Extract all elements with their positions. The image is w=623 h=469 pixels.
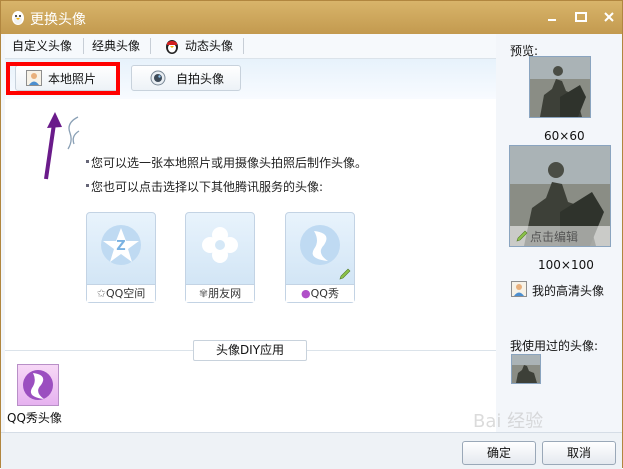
pencil-icon	[339, 268, 351, 280]
qqshow-label-text: QQ秀	[310, 287, 339, 300]
pengyou-label: ✾朋友网	[186, 284, 254, 302]
star-icon: ✩	[96, 287, 106, 300]
minimize-icon	[548, 19, 556, 21]
close-button[interactable]	[601, 9, 617, 25]
bullet-dot	[86, 160, 89, 163]
tab-classic-avatar[interactable]: 经典头像	[92, 34, 140, 58]
main-content: 本地照片 自拍头像 您可以选一张本地照片或用摄像头拍照后制作头像。 您也可以点击…	[5, 59, 496, 432]
cancel-button[interactable]: 取消	[542, 441, 616, 465]
instruction-line-2: 您也可以点击选择以下其他腾讯服务的头像:	[91, 180, 324, 194]
avatar-preview-small	[529, 56, 591, 118]
qzone-label-text: QQ空间	[105, 287, 146, 300]
qqshow-label: ●QQ秀	[286, 284, 354, 302]
tab-custom-avatar[interactable]: 自定义头像	[12, 34, 72, 58]
qzone-label: ✩QQ空间	[87, 284, 155, 302]
used-avatar-thumbnail[interactable]	[511, 354, 541, 384]
avatar-preview-large[interactable]: 点击编辑	[509, 145, 611, 247]
svg-text:Z: Z	[116, 239, 125, 254]
qzone-service-tile[interactable]: Z ✩QQ空间	[86, 212, 156, 303]
instruction-line-1: 您可以选一张本地照片或用摄像头拍照后制作头像。	[91, 156, 368, 170]
bullet-dot	[86, 184, 89, 187]
used-avatars-heading: 我使用过的头像:	[510, 339, 599, 353]
window-title: 更换头像	[30, 12, 86, 28]
avatar-change-window: 更换头像 自定义头像 经典头像 动态头像 本地照片 自拍头像 您可以选一张本地照…	[0, 0, 623, 469]
red-highlight-box	[6, 62, 120, 95]
qqshow-logo-icon	[300, 225, 340, 265]
pengyou-label-text: 朋友网	[208, 287, 242, 300]
title-bar[interactable]: 更换头像	[1, 1, 622, 34]
pengyou-service-tile[interactable]: ✾朋友网	[185, 212, 255, 303]
purple-arrow-annotation	[44, 112, 80, 180]
qqshow-avatar-label: QQ秀头像	[7, 411, 62, 425]
ok-button[interactable]: 确定	[462, 441, 536, 465]
size-60-label: 60×60	[544, 129, 585, 143]
qqshow-service-tile[interactable]: ●QQ秀	[285, 212, 355, 303]
minimize-button[interactable]	[544, 9, 560, 25]
tab-bar: 自定义头像 经典头像 动态头像	[5, 34, 496, 59]
tab-divider	[83, 38, 84, 54]
flower-small-icon: ✾	[198, 287, 209, 300]
qqshow-small-icon: ●	[301, 287, 311, 300]
pencil-icon	[516, 230, 528, 242]
baidu-watermark: Bai 经验	[473, 411, 544, 432]
qzone-star-icon: Z	[101, 225, 141, 265]
qq-penguin-icon	[166, 40, 178, 54]
tab-divider	[150, 38, 151, 54]
qqshow-avatar-app[interactable]	[17, 364, 59, 406]
qq-penguin-icon	[12, 11, 24, 25]
webcam-icon	[150, 70, 166, 86]
flower-icon	[202, 227, 238, 263]
dialog-footer: 确定 取消	[1, 432, 622, 469]
qqshow-app-icon	[23, 370, 53, 400]
maximize-icon	[575, 12, 587, 22]
my-hd-avatar-link[interactable]: 我的高清头像	[532, 282, 604, 299]
camera-avatar-label: 自拍头像	[176, 72, 225, 86]
statue-photo-thumb	[512, 355, 540, 383]
statue-photo-small	[530, 57, 590, 117]
click-to-edit-label: 点击编辑	[530, 230, 579, 244]
preview-panel: 预览: 60×60 点击编辑 100×100 我的高清头像 我使用过的头像:	[498, 34, 622, 432]
maximize-button[interactable]	[573, 9, 589, 25]
camera-avatar-button[interactable]: 自拍头像	[131, 65, 241, 91]
user-photo-icon	[511, 281, 527, 297]
tab-animated-avatar[interactable]: 动态头像	[185, 34, 233, 58]
close-icon	[604, 12, 614, 22]
avatar-diy-button[interactable]: 头像DIY应用	[193, 340, 307, 361]
tab-divider	[243, 38, 244, 54]
size-100-label: 100×100	[538, 258, 594, 272]
